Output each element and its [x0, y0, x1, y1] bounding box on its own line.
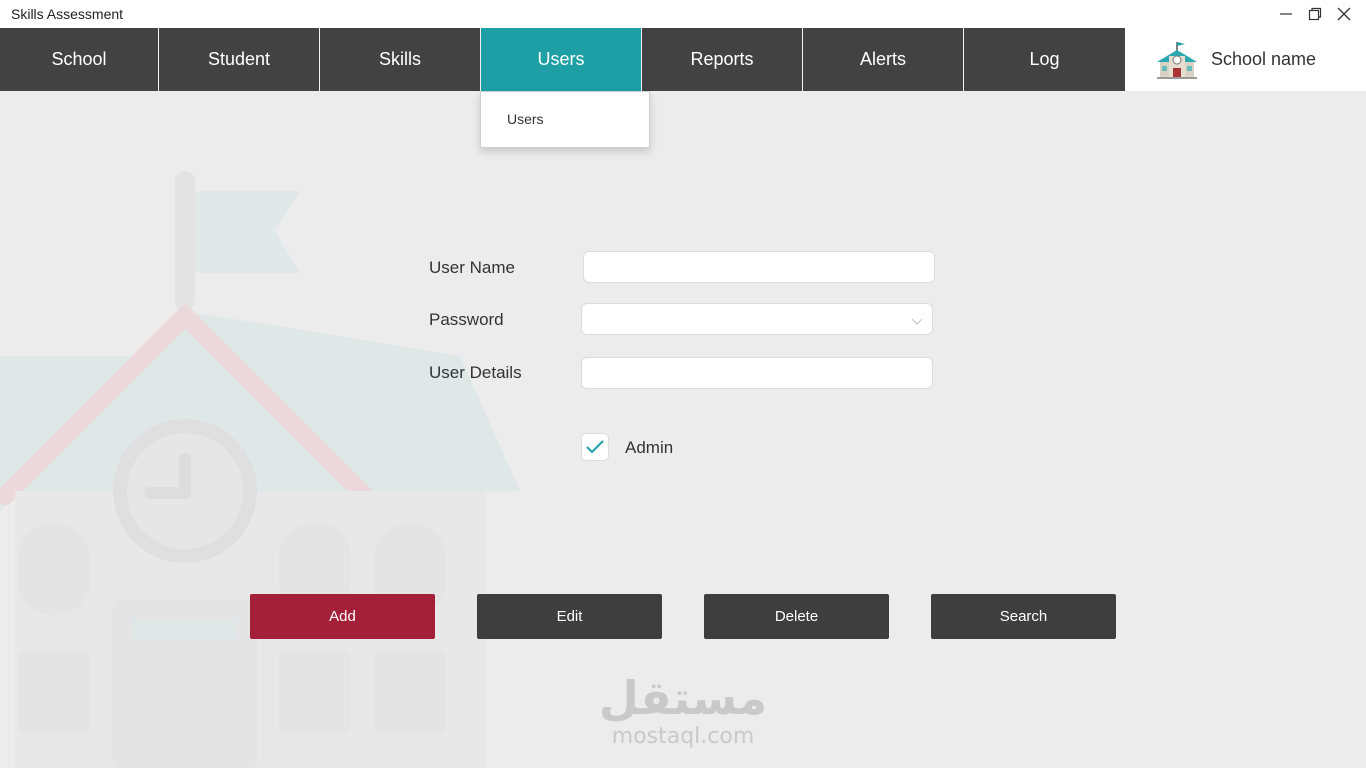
dropdown-item-users[interactable]: Users	[507, 111, 544, 127]
user-details-input[interactable]	[581, 357, 933, 389]
edit-button[interactable]: Edit	[477, 594, 662, 639]
nav-student[interactable]: Student	[159, 28, 320, 91]
password-input[interactable]	[581, 303, 933, 335]
minimize-icon	[1279, 13, 1292, 15]
delete-button[interactable]: Delete	[704, 594, 889, 639]
nav-log[interactable]: Log	[964, 28, 1125, 91]
school-building-icon	[1157, 41, 1197, 79]
minimize-button[interactable]	[1271, 2, 1300, 26]
nav-reports[interactable]: Reports	[642, 28, 803, 91]
mostaql-watermark: مستقل mostaql.com	[598, 672, 768, 750]
maximize-icon	[1308, 7, 1321, 21]
school-name: School name	[1211, 49, 1317, 69]
admin-checkbox[interactable]	[581, 433, 609, 461]
close-button[interactable]	[1329, 2, 1358, 26]
window-titlebar: Skills Assessment	[0, 0, 1366, 28]
search-button[interactable]: Search	[931, 594, 1116, 639]
window-controls	[1271, 2, 1358, 26]
main-nav: School Student Skills Users Reports Aler…	[0, 28, 1366, 91]
maximize-button[interactable]	[1300, 2, 1329, 26]
checkmark-icon	[586, 440, 604, 454]
window-title: Skills Assessment	[11, 6, 124, 22]
watermark-latin: mostaql.com	[611, 724, 755, 749]
user-name-input[interactable]	[583, 251, 935, 283]
admin-label: Admin	[625, 438, 674, 457]
school-background-illustration	[0, 171, 520, 768]
users-dropdown-menu: Users	[480, 91, 650, 148]
chevron-down-icon	[911, 318, 923, 325]
close-icon	[1337, 7, 1350, 21]
nav-users[interactable]: Users	[481, 28, 642, 91]
school-brand: School name	[1125, 28, 1366, 91]
nav-alerts[interactable]: Alerts	[803, 28, 964, 91]
password-label: Password	[429, 310, 504, 329]
nav-school[interactable]: School	[0, 28, 159, 91]
user-name-label: User Name	[429, 258, 515, 277]
nav-skills[interactable]: Skills	[320, 28, 481, 91]
watermark-arabic: مستقل	[598, 671, 768, 725]
user-details-label: User Details	[429, 363, 522, 382]
add-button[interactable]: Add	[250, 594, 435, 639]
